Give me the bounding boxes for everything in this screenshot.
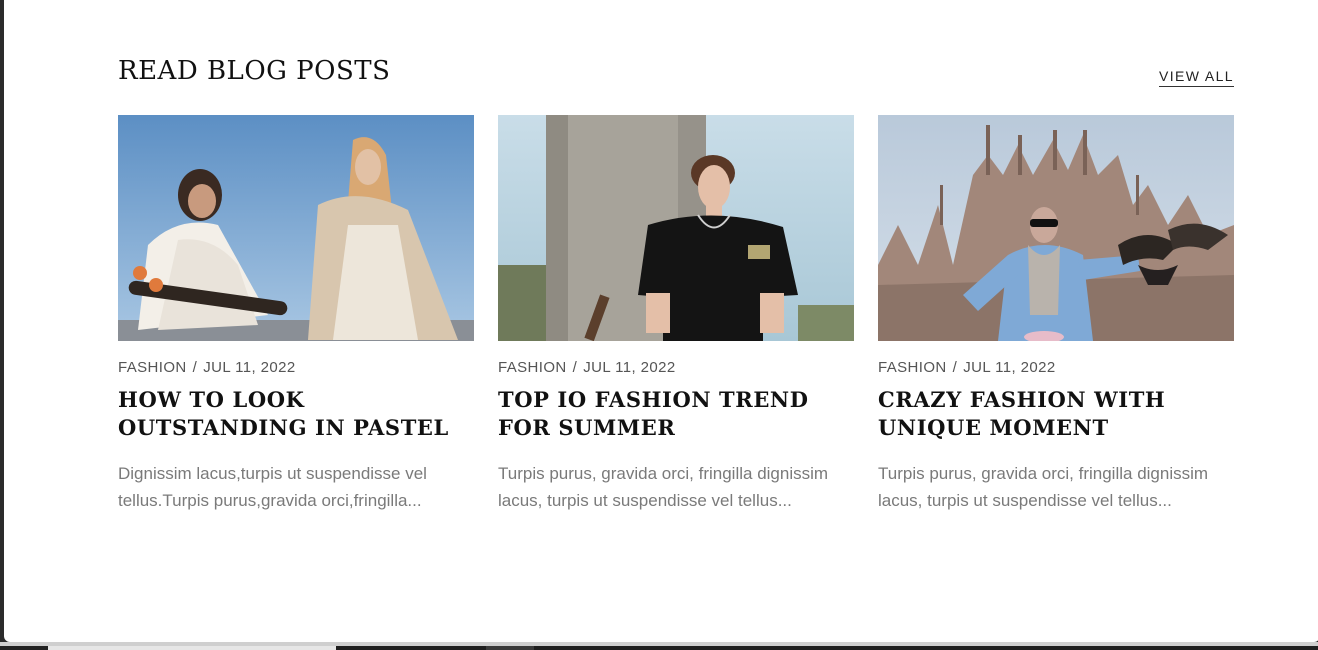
- post-meta: FASHION / JUL 11, 2022: [498, 359, 854, 376]
- post-image-summer[interactable]: [498, 115, 854, 341]
- taskbar-segment: [48, 646, 336, 650]
- meta-separator: /: [192, 359, 198, 376]
- meta-separator: /: [572, 359, 578, 376]
- meta-separator: /: [952, 359, 958, 376]
- section-header: READ BLOG POSTS VIEW ALL: [118, 56, 1234, 92]
- blog-post-list: FASHION / JUL 11, 2022 HOW TO LOOK OUTSTAN…: [118, 115, 1234, 514]
- post-category[interactable]: FASHION: [498, 359, 567, 376]
- blog-section: READ BLOG POSTS VIEW ALL FASHION / JUL 1…: [4, 0, 1318, 642]
- post-image-pastel[interactable]: [118, 115, 474, 341]
- view-all-link[interactable]: VIEW ALL: [1158, 68, 1234, 87]
- post-meta: FASHION / JUL 11, 2022: [118, 359, 474, 376]
- post-date: JUL 11, 2022: [203, 359, 296, 376]
- post-category[interactable]: FASHION: [878, 359, 947, 376]
- photo-two-women-skateboard: [118, 115, 474, 341]
- blog-post-card[interactable]: FASHION / JUL 11, 2022 CRAZY FASHION WITH …: [878, 115, 1234, 514]
- window-bottom-edge: [0, 642, 1318, 650]
- post-date: JUL 11, 2022: [963, 359, 1056, 376]
- post-excerpt: Turpis purus, gravida orci, fringilla di…: [498, 464, 829, 510]
- section-title: READ BLOG POSTS: [118, 56, 391, 86]
- taskbar-segment: [0, 646, 48, 650]
- post-meta: FASHION / JUL 11, 2022: [878, 359, 1234, 376]
- post-title[interactable]: CRAZY FASHION WITH UNIQUE MOMENT: [878, 386, 1234, 442]
- post-excerpt: Turpis purus, gravida orci, fringilla di…: [878, 464, 1209, 510]
- post-title[interactable]: HOW TO LOOK OUTSTANDING IN PASTEL: [118, 386, 474, 442]
- taskbar-segment: [486, 646, 534, 650]
- post-category[interactable]: FASHION: [118, 359, 187, 376]
- photo-woman-cathedral-pigeons: [878, 115, 1234, 341]
- post-excerpt: Dignissim lacus,turpis ut suspendisse ve…: [118, 464, 427, 510]
- post-image-unique-moment[interactable]: [878, 115, 1234, 341]
- taskbar-segment: [336, 646, 1318, 650]
- post-date: JUL 11, 2022: [583, 359, 676, 376]
- photo-man-black-tshirt: [498, 115, 854, 341]
- post-title[interactable]: TOP IO FASHION TREND FOR SUMMER: [498, 386, 854, 442]
- blog-post-card[interactable]: FASHION / JUL 11, 2022 TOP IO FASHION TREN…: [498, 115, 854, 514]
- blog-post-card[interactable]: FASHION / JUL 11, 2022 HOW TO LOOK OUTSTAN…: [118, 115, 474, 514]
